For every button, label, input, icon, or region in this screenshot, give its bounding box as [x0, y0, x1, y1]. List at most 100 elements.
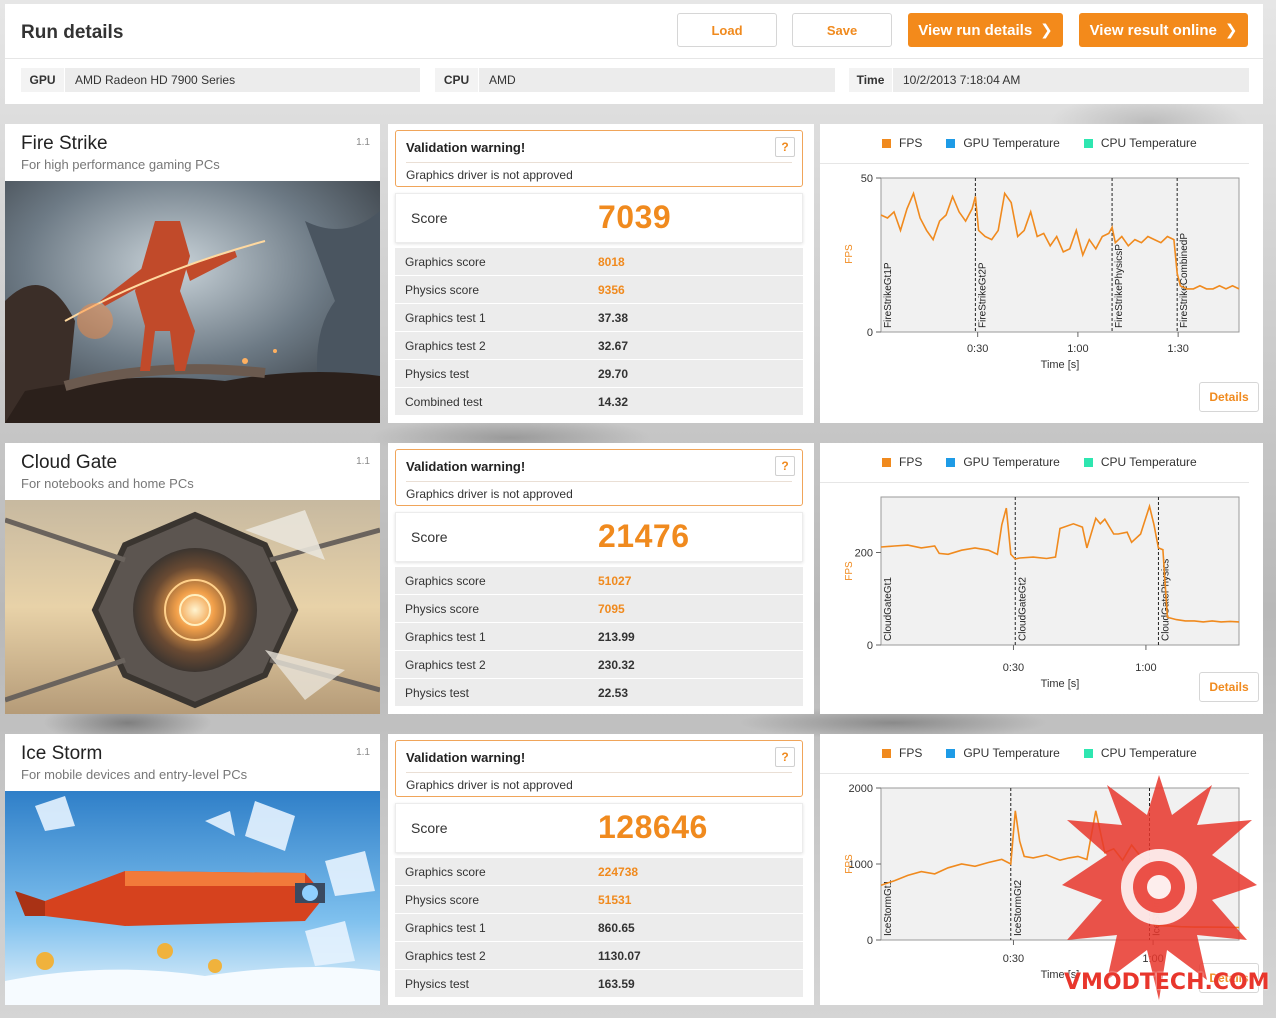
x-tick-label: 1:30	[1167, 343, 1188, 355]
warning-title: Validation warning!	[406, 459, 526, 474]
result-value: 32.67	[598, 338, 629, 353]
score-label: Score	[411, 210, 448, 226]
gpu-key: GPU	[21, 68, 65, 92]
warning-text: Graphics driver is not approved	[406, 168, 573, 182]
score-box: Score 128646	[395, 803, 803, 853]
help-button[interactable]: ?	[775, 137, 795, 157]
result-row: Graphics test 2 230.32	[395, 651, 803, 678]
validation-warning: Validation warning! ? Graphics driver is…	[395, 449, 803, 506]
result-value: 9356	[598, 282, 625, 297]
details-button[interactable]: Details	[1199, 382, 1259, 412]
score-value: 21476	[598, 518, 690, 554]
ice-storm-image	[5, 791, 380, 1005]
benchmark-results: Validation warning! ? Graphics driver is…	[388, 124, 814, 423]
result-row: Graphics test 1 860.65	[395, 914, 803, 941]
warning-text: Graphics driver is not approved	[406, 487, 573, 501]
help-button[interactable]: ?	[775, 747, 795, 767]
validation-warning: Validation warning! ? Graphics driver is…	[395, 740, 803, 797]
benchmark-version: 1.1	[356, 747, 370, 758]
result-label: Graphics test 1	[405, 629, 486, 644]
fps-chart: 200010000FPS0:30 1:00Time [s]IceStormGt1 I…	[844, 783, 1240, 981]
score-label: Score	[411, 529, 448, 545]
results-table: Graphics score 51027 Physics score 7095 Grap…	[395, 567, 803, 707]
result-label: Graphics test 2	[405, 948, 486, 963]
view-run-details-button[interactable]: View run details ❯	[908, 13, 1063, 47]
x-tick-label: 0:30	[1003, 953, 1024, 965]
benchmark-cloud-gate: Cloud Gate For notebooks and home PCs 1.…	[5, 443, 1263, 714]
test-marker-label: FireStrikeCombinedP	[1179, 233, 1190, 328]
benchmark-version: 1.1	[356, 137, 370, 148]
plot-area	[880, 787, 1240, 941]
result-value: 7095	[598, 601, 625, 616]
result-value: 51531	[598, 892, 632, 907]
result-label: Graphics score	[405, 254, 486, 269]
result-row: Graphics test 1 37.38	[395, 304, 803, 331]
header-divider	[5, 58, 1263, 59]
chart-panel: FPS GPU Temperature CPU Temperature 2000…	[820, 443, 1263, 714]
warning-divider	[406, 481, 792, 482]
view-result-online-label: View result online	[1089, 21, 1217, 39]
test-marker-label: FireStrikeGt2P	[977, 262, 988, 328]
gpu-value: AMD Radeon HD 7900 Series	[75, 73, 236, 87]
fps-chart: 200 0 FPS 0:30 1:00 Time [s] CloudGateGt1 Cloud…	[844, 496, 1240, 690]
x-tick-label: 0:30	[967, 343, 988, 355]
cpu-key: CPU	[435, 68, 479, 92]
results-table: Graphics score 224738 Physics score 51531 Gr…	[395, 858, 803, 998]
x-tick-label: 1:00	[1142, 953, 1163, 965]
result-label: Graphics score	[405, 573, 486, 588]
time-key: Time	[849, 68, 893, 92]
test-marker-label: CloudGateGt1	[883, 577, 894, 641]
score-value: 7039	[598, 199, 672, 235]
result-label: Graphics score	[405, 864, 486, 879]
y-axis-label: FPS	[844, 561, 855, 581]
benchmark-subtitle: For notebooks and home PCs	[21, 476, 194, 491]
result-value: 860.65	[598, 920, 635, 935]
score-box: Score 21476	[395, 512, 803, 562]
benchmark-info: Cloud Gate For notebooks and home PCs 1.…	[5, 443, 380, 714]
fire-strike-image	[5, 181, 380, 423]
y-tick-label: 0	[867, 640, 873, 652]
result-row: Physics score 9356	[395, 276, 803, 303]
cpu-value: AMD	[489, 73, 516, 87]
details-button[interactable]: Details	[1199, 672, 1259, 702]
y-tick-label: 0	[867, 327, 873, 339]
validation-warning: Validation warning! ? Graphics driver is…	[395, 130, 803, 187]
result-row: Physics test 29.70	[395, 360, 803, 387]
result-label: Physics test	[405, 976, 470, 991]
result-value: 14.32	[598, 394, 629, 409]
warning-title: Validation warning!	[406, 750, 526, 765]
x-tick-label: 1:00	[1067, 343, 1088, 355]
chevron-right-icon: ❯	[1224, 22, 1238, 39]
result-value: 230.32	[598, 657, 635, 672]
result-value: 29.70	[598, 366, 629, 381]
y-axis-label: FPS	[844, 244, 855, 264]
results-table: Graphics score 8018 Physics score 9356 Graph…	[395, 248, 803, 416]
y-tick-label: 2000	[849, 783, 873, 795]
fps-chart: 50 0 FPS 0:30 1:00 1:30 Time [s] FireStrikeGt1P…	[844, 173, 1240, 371]
benchmark-subtitle: For mobile devices and entry-level PCs	[21, 767, 248, 782]
cloud-gate-image	[5, 500, 380, 714]
benchmark-name: Ice Storm	[21, 743, 103, 764]
benchmark-name: Fire Strike	[21, 133, 108, 154]
result-value: 1130.07	[598, 948, 641, 963]
result-value: 51027	[598, 573, 632, 588]
result-label: Graphics test 1	[405, 920, 486, 935]
result-label: Graphics test 2	[405, 657, 486, 672]
gpu-info: GPU AMD Radeon HD 7900 Series	[21, 68, 420, 92]
view-result-online-button[interactable]: View result online ❯	[1079, 13, 1248, 47]
result-row: Combined test 14.32	[395, 388, 803, 415]
result-value: 224738	[598, 864, 639, 879]
help-button[interactable]: ?	[775, 456, 795, 476]
test-marker-label: FireStrikePhysicsP	[1114, 244, 1125, 328]
save-button[interactable]: Save	[792, 13, 892, 47]
result-value: 163.59	[598, 976, 635, 991]
cpu-info: CPU AMD	[435, 68, 835, 92]
result-row: Physics score 51531	[395, 886, 803, 913]
result-row: Physics test 163.59	[395, 970, 803, 997]
load-button[interactable]: Load	[677, 13, 777, 47]
result-label: Combined test	[405, 394, 483, 409]
result-value: 37.38	[598, 310, 629, 325]
test-marker-label: IceStormGt1	[883, 879, 894, 936]
plot-area	[880, 496, 1240, 646]
y-tick-label: 50	[861, 173, 873, 185]
